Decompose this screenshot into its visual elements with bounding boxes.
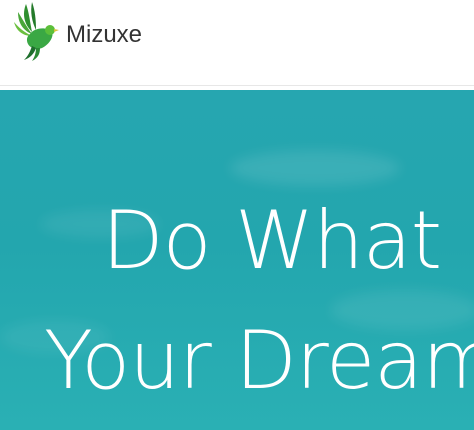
site-header: Mizuxe (0, 0, 474, 86)
brand-name[interactable]: Mizuxe (66, 19, 142, 51)
hero-section: Do What Your Dream (0, 90, 474, 430)
cloud-decoration (230, 150, 400, 186)
hero-heading-line-1: Do What (102, 194, 442, 287)
bird-logo-icon[interactable] (12, 0, 60, 62)
hero-heading-line-2: Your Dream (44, 314, 474, 407)
